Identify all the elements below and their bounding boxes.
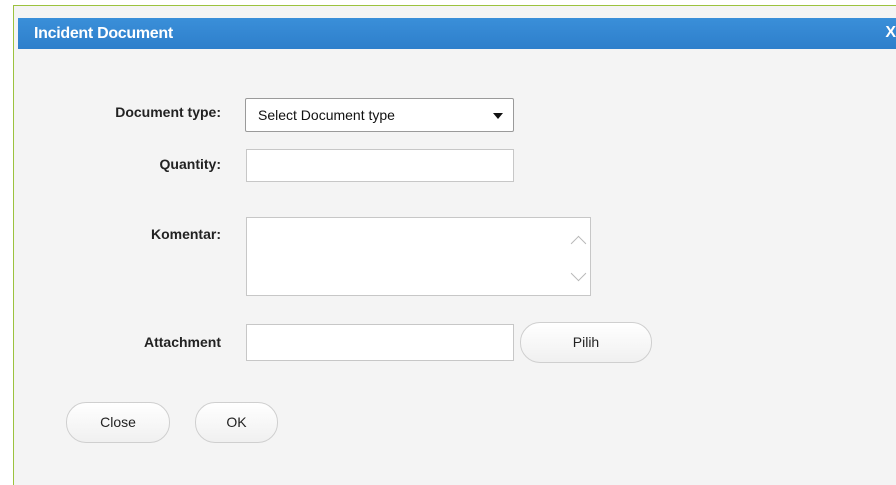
quantity-input[interactable]	[246, 149, 514, 182]
document-type-selected: Select Document type	[258, 107, 395, 123]
dialog-titlebar[interactable]: Incident Document X	[18, 18, 896, 49]
close-button[interactable]: Close	[66, 402, 170, 443]
document-type-select[interactable]: Select Document type	[245, 98, 514, 132]
incident-document-dialog: Incident Document X Document type: Selec…	[13, 5, 896, 485]
attachment-label: Attachment	[143, 334, 221, 350]
attachment-input[interactable]	[246, 324, 514, 361]
komentar-textarea[interactable]	[246, 217, 591, 296]
close-icon[interactable]: X	[885, 24, 896, 42]
scroll-up-icon[interactable]	[570, 235, 587, 252]
scroll-down-icon[interactable]	[570, 265, 587, 282]
quantity-label: Quantity:	[159, 156, 221, 172]
ok-button[interactable]: OK	[195, 402, 278, 443]
pilih-button[interactable]: Pilih	[520, 322, 652, 363]
document-type-label: Document type:	[115, 104, 221, 120]
chevron-down-icon	[493, 113, 503, 119]
komentar-label: Komentar:	[150, 226, 221, 242]
dialog-title: Incident Document	[34, 25, 173, 42]
